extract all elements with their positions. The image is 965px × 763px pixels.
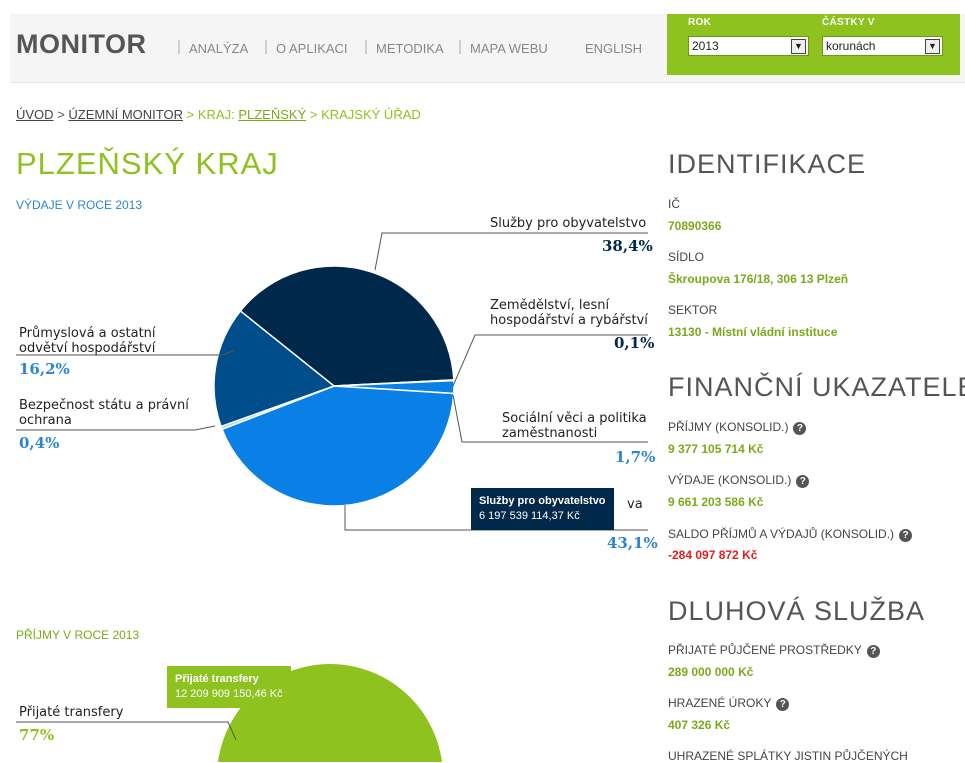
expense-label-text: VÝDAJE (KONSOLID.) <box>668 473 792 487</box>
help-icon[interactable]: ? <box>776 698 790 711</box>
balance-label-text: SALDO PŘÍJMŮ A VÝDAJŮ (KONSOLID.) <box>668 527 895 541</box>
percent-security: 0,4% <box>19 434 60 452</box>
percent-income-transfers: 77% <box>19 726 55 744</box>
help-icon[interactable]: ? <box>796 475 810 488</box>
label-agriculture-line1: Zemědělství, lesní <box>490 298 610 313</box>
interest-label-text: HRAZENÉ ÚROKY <box>668 696 772 710</box>
percent-services: 38,4% <box>602 237 653 255</box>
label-industry-line1: Průmyslová a ostatní <box>19 326 156 341</box>
debt-heading: DLUHOVÁ SLUŽBA <box>668 596 926 626</box>
amount-select[interactable]: korunách ▼ <box>822 36 943 56</box>
year-select[interactable]: 2013 ▼ <box>688 36 809 56</box>
income-heading: PŘÍJMY V ROCE 2013 <box>16 628 140 642</box>
label-services: Služby pro obyvatelstvo <box>490 216 647 231</box>
balance-label: SALDO PŘÍJMŮ A VÝDAJŮ (KONSOLID.)? <box>668 527 913 542</box>
expense-value: 9 661 203 586 Kč <box>668 495 764 509</box>
tooltip-title: Služby pro obyvatelstvo <box>479 495 606 507</box>
income-tooltip: Přijaté transfery 12 209 909 150,46 Kč <box>167 666 291 708</box>
ic-label: IČ <box>668 197 680 211</box>
seat-value: Škroupova 176/18, 306 13 Plzeň <box>668 272 849 286</box>
identification-heading: IDENTIFIKACE <box>668 149 867 179</box>
label-social-line1: Sociální věci a politika <box>502 411 647 426</box>
chart-tooltip: Služby pro obyvatelstvo 6 197 539 114,37… <box>471 488 614 530</box>
expenses-pie-chart <box>16 232 648 762</box>
label-income-transfers: Přijaté transfery <box>19 705 124 720</box>
revenue-value: 9 377 105 714 Kč <box>668 442 764 456</box>
interest-label: HRAZENÉ ÚROKY? <box>668 696 790 711</box>
income-tooltip-value: 12 209 909 150,46 Kč <box>175 688 283 700</box>
percent-industry: 16,2% <box>19 360 70 378</box>
percent-social: 1,7% <box>615 448 656 466</box>
income-tooltip-title: Přijaté transfery <box>175 673 259 685</box>
label-security-line2: ochrana <box>19 413 72 428</box>
financial-heading: FINANČNÍ UKAZATELE <box>668 372 965 402</box>
balance-value: -284 097 872 Kč <box>668 548 758 562</box>
filter-panel: ROK 2013 ▼ ČÁSTKY V korunách ▼ <box>667 14 960 75</box>
repayment-label: UHRAZENÉ SPLÁTKY JISTIN PŮJČENÝCH <box>668 749 908 763</box>
year-label: ROK <box>688 17 712 28</box>
amount-select-value: korunách <box>826 39 876 53</box>
expense-label: VÝDAJE (KONSOLID.)? <box>668 473 810 488</box>
percent-agriculture: 0,1% <box>614 334 655 352</box>
dropdown-arrow-icon[interactable]: ▼ <box>925 39 940 54</box>
interest-value: 407 326 Kč <box>668 718 731 732</box>
year-select-value: 2013 <box>692 39 719 53</box>
label-hidden-fragment: va <box>627 497 643 512</box>
ic-value: 70890366 <box>668 219 722 233</box>
revenue-label: PŘÍJMY (KONSOLID.)? <box>668 420 807 435</box>
help-icon[interactable]: ? <box>793 422 807 435</box>
loans-label-text: PŘIJATÉ PŮJČENÉ PROSTŘEDKY <box>668 643 862 657</box>
sector-label: SEKTOR <box>668 303 718 317</box>
seat-label: SÍDLO <box>668 250 705 264</box>
help-icon[interactable]: ? <box>866 645 880 658</box>
label-agriculture-line2: hospodářství a rybářství <box>490 313 648 328</box>
percent-hidden: 43,1% <box>607 534 658 552</box>
tooltip-value: 6 197 539 114,37 Kč <box>479 510 580 522</box>
help-icon[interactable]: ? <box>899 529 913 542</box>
sector-value: 13130 - Místní vládní instituce <box>668 325 838 339</box>
loans-value: 289 000 000 Kč <box>668 665 754 679</box>
loans-label: PŘIJATÉ PŮJČENÉ PROSTŘEDKY? <box>668 643 880 658</box>
amount-label: ČÁSTKY V <box>822 17 875 28</box>
revenue-label-text: PŘÍJMY (KONSOLID.) <box>668 420 789 434</box>
dropdown-arrow-icon[interactable]: ▼ <box>791 39 806 54</box>
label-security-line1: Bezpečnost státu a právní <box>19 398 189 413</box>
label-industry-line2: odvětví hospodářství <box>19 341 156 356</box>
label-social-line2: zaměstnanosti <box>502 426 598 441</box>
